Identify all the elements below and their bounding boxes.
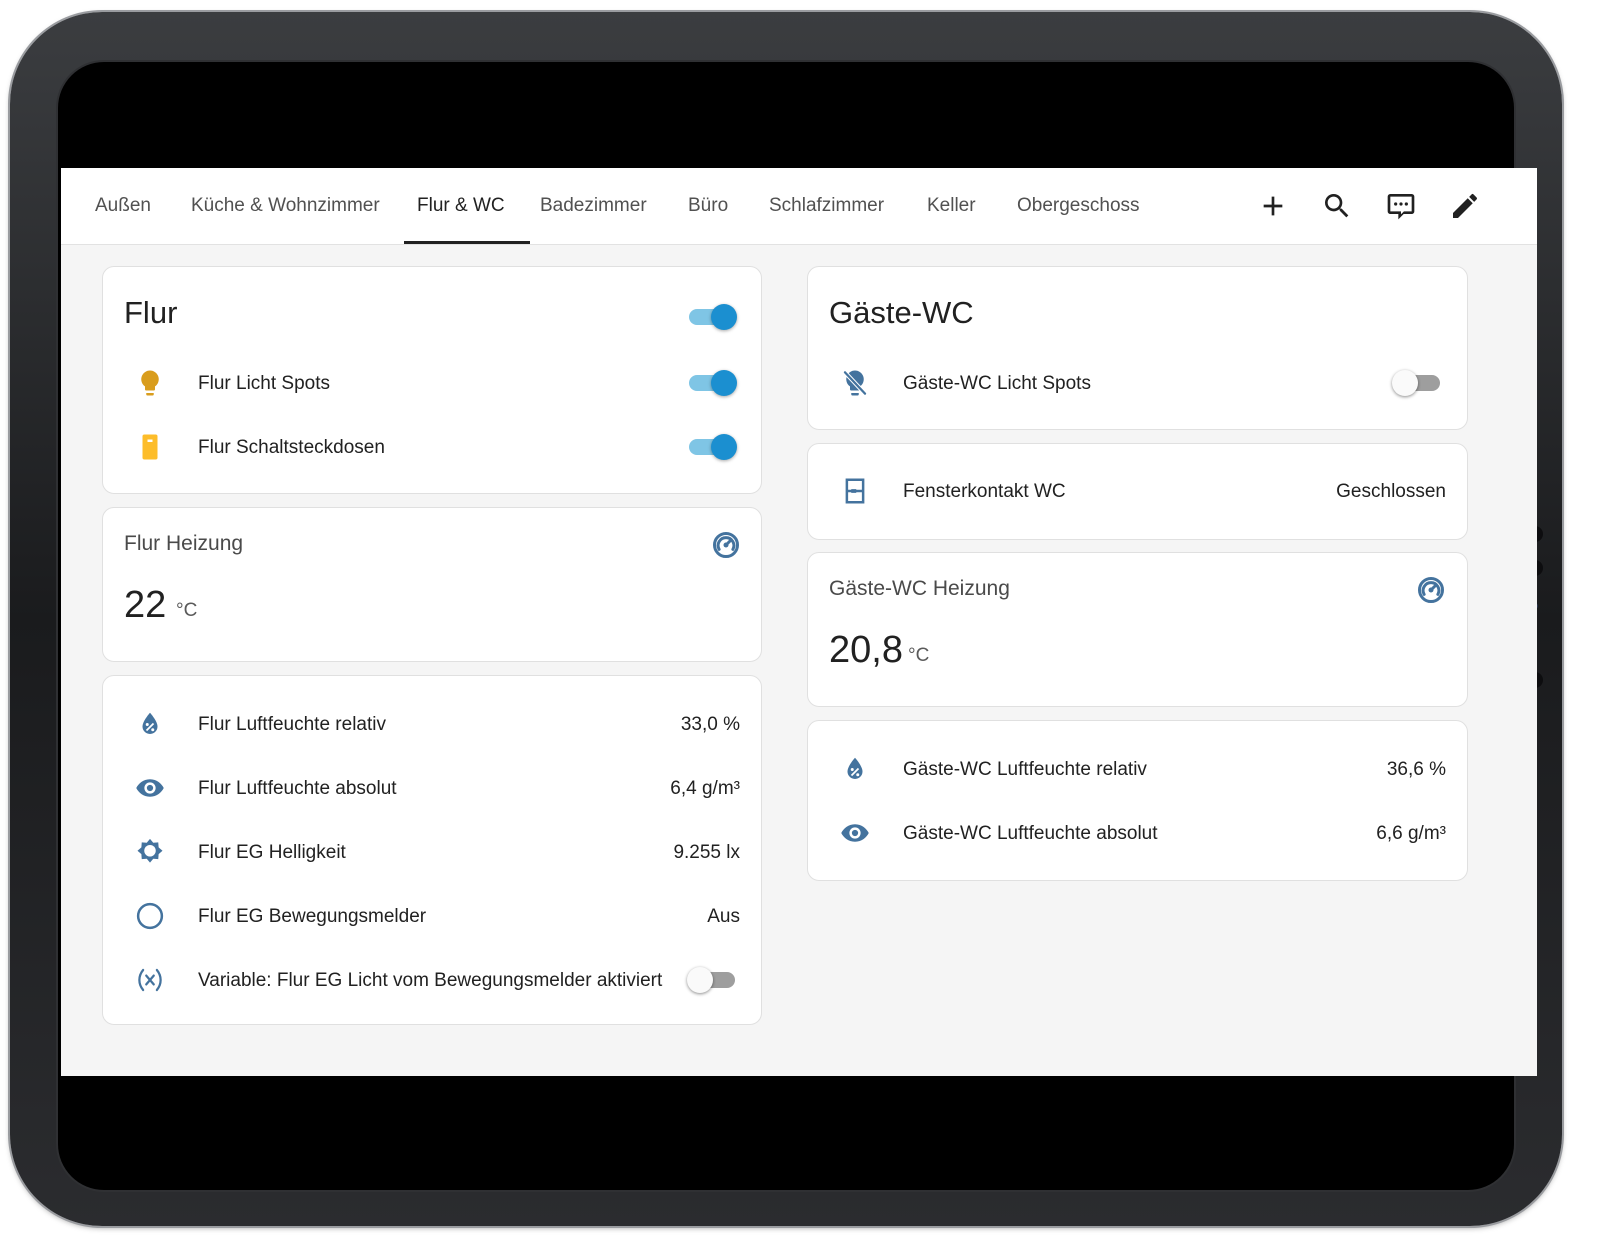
gaeste-wc-sensors-card: Gäste-WC Luftfeuchte relativ 36,6 % Gäst… — [807, 720, 1468, 881]
tab-buero[interactable]: Büro — [688, 168, 728, 244]
entity-value: 6,4 g/m³ — [670, 778, 740, 799]
entity-label[interactable]: Flur Luftfeuchte relativ — [198, 714, 386, 736]
gaeste-wc-thermostat-card[interactable]: Gäste-WC Heizung 20,8 °C — [807, 552, 1468, 707]
current-temperature: 22 — [124, 584, 167, 626]
window-closed-icon — [840, 476, 870, 506]
entity-label[interactable]: Flur Schaltsteckdosen — [198, 437, 385, 459]
dashboard-screen: Außen Küche & Wohnzimmer Flur & WC Badez… — [61, 168, 1537, 1076]
eye-icon — [135, 773, 165, 803]
water-percent-icon — [135, 709, 165, 739]
water-percent-icon — [840, 754, 870, 784]
gaeste-wc-licht-spots-toggle[interactable] — [1392, 367, 1444, 397]
tab-schlafzimmer[interactable]: Schlafzimmer — [769, 168, 884, 244]
comment-processing-icon[interactable] — [1385, 190, 1417, 222]
variable-icon — [135, 965, 165, 995]
thermostat-icon[interactable] — [1416, 575, 1446, 605]
entity-value: 6,6 g/m³ — [1376, 823, 1446, 844]
entity-label[interactable]: Gäste-WC Luftfeuchte relativ — [903, 759, 1147, 781]
flur-thermostat-card[interactable]: Flur Heizung 22 °C — [102, 507, 762, 662]
card-title: Gäste-WC — [829, 295, 974, 330]
card-title: Flur — [124, 295, 178, 330]
tab-kueche-wohnzimmer[interactable]: Küche & Wohnzimmer — [191, 168, 380, 244]
entity-label[interactable]: Flur EG Helligkeit — [198, 842, 346, 864]
top-app-bar: Außen Küche & Wohnzimmer Flur & WC Badez… — [61, 168, 1537, 245]
power-socket-icon — [135, 432, 165, 462]
entity-label[interactable]: Variable: Flur EG Licht vom Bewegungsmel… — [198, 970, 662, 992]
entity-value: 36,6 % — [1386, 759, 1446, 780]
entity-value: 9.255 lx — [673, 842, 740, 863]
eye-icon — [840, 818, 870, 848]
entity-value: Aus — [707, 906, 740, 927]
flur-sensors-card: Flur Luftfeuchte relativ 33,0 % Flur Luf… — [102, 675, 762, 1025]
entity-label[interactable]: Gäste-WC Luftfeuchte absolut — [903, 823, 1158, 845]
gaeste-wc-entities-card: Gäste-WC Gäste-WC Licht Spots — [807, 266, 1468, 430]
lightbulb-icon — [135, 368, 165, 398]
brightness-icon — [135, 837, 165, 867]
variable-bewegungsmelder-toggle[interactable] — [687, 964, 739, 994]
flur-schaltsteckdosen-toggle[interactable] — [687, 431, 739, 461]
flur-entities-card: Flur Flur Licht Spots Flur Schaltsteckdo… — [102, 266, 762, 494]
entity-value: Geschlossen — [1336, 481, 1446, 502]
tab-badezimmer[interactable]: Badezimmer — [540, 168, 647, 244]
tab-keller[interactable]: Keller — [927, 168, 976, 244]
entity-label[interactable]: Flur Licht Spots — [198, 373, 330, 395]
temperature-unit: °C — [176, 600, 198, 621]
thermostat-icon[interactable] — [711, 530, 741, 560]
circle-outline-icon — [135, 901, 165, 931]
window-contact-card: Fensterkontakt WC Geschlossen — [807, 443, 1468, 540]
plus-icon[interactable] — [1257, 190, 1289, 222]
search-icon[interactable] — [1321, 190, 1353, 222]
tab-obergeschoss[interactable]: Obergeschoss — [1017, 168, 1140, 244]
current-temperature: 20,8 — [829, 629, 903, 671]
tab-flur-wc[interactable]: Flur & WC — [417, 168, 505, 244]
active-tab-indicator — [404, 241, 530, 244]
temperature-unit: °C — [908, 645, 930, 666]
entity-value: 33,0 % — [680, 714, 740, 735]
thermostat-name: Flur Heizung — [124, 532, 244, 555]
entity-label[interactable]: Flur Luftfeuchte absolut — [198, 778, 397, 800]
entity-label[interactable]: Gäste-WC Licht Spots — [903, 373, 1091, 395]
lightbulb-off-icon — [840, 368, 870, 398]
entity-label[interactable]: Flur EG Bewegungsmelder — [198, 906, 426, 928]
thermostat-name: Gäste-WC Heizung — [829, 577, 1010, 600]
flur-master-toggle[interactable] — [687, 301, 739, 331]
flur-licht-spots-toggle[interactable] — [687, 367, 739, 397]
pencil-icon[interactable] — [1449, 190, 1481, 222]
entity-label[interactable]: Fensterkontakt WC — [903, 481, 1066, 503]
tab-aussen[interactable]: Außen — [95, 168, 151, 244]
